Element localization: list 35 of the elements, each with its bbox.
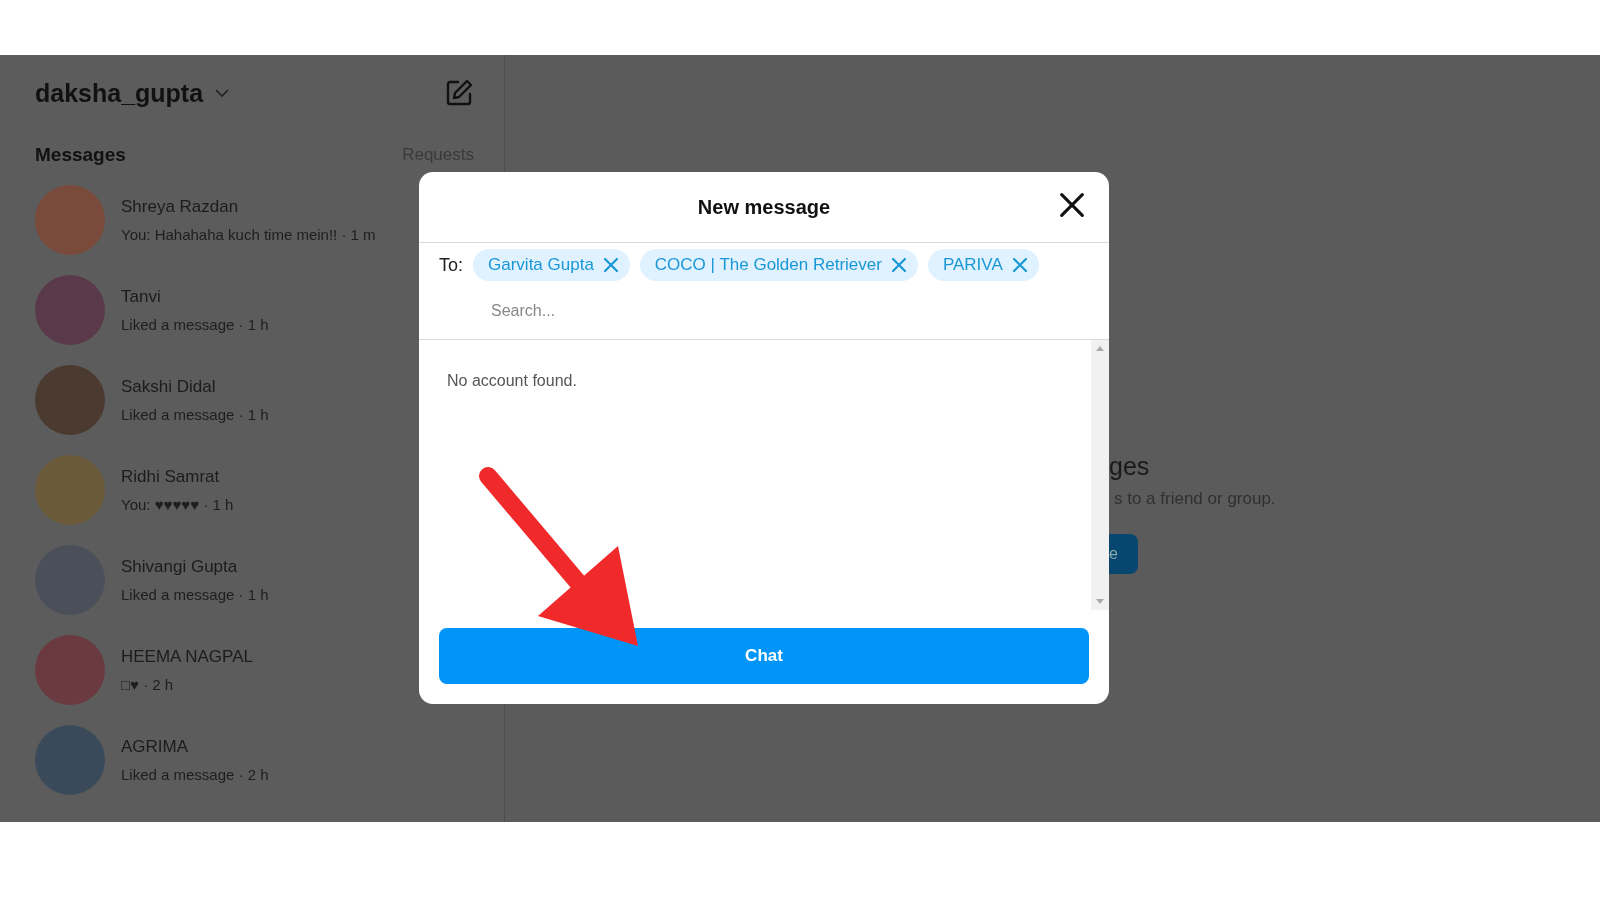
chevron-down-icon[interactable] (215, 88, 230, 98)
send-message-button[interactable]: e (1109, 534, 1138, 574)
message-preview: You: ♥♥♥♥♥ · 1 h (121, 496, 234, 513)
chat-button[interactable]: Chat (439, 628, 1089, 684)
close-icon (1060, 193, 1084, 217)
message-preview: You: Hahahaha kuch time mein!! · 1 m (121, 226, 376, 243)
remove-icon (603, 258, 618, 272)
recipient-chip[interactable]: Garvita Gupta (473, 249, 630, 281)
contact-name[interactable]: HEEMA NAGPAL (121, 647, 253, 667)
compose-icon[interactable] (444, 78, 474, 108)
close-button[interactable] (1057, 190, 1087, 220)
remove-icon (891, 258, 906, 272)
heading-text: ges (1109, 452, 1150, 480)
scroll-down-icon[interactable] (1096, 599, 1104, 604)
username[interactable]: daksha_gupta (35, 78, 204, 108)
dialog-title: New message (697, 195, 831, 219)
section-title: Messages (35, 144, 126, 166)
contact-name[interactable]: Shivangi Gupta (121, 557, 269, 577)
contact-name[interactable]: Sakshi Didal (121, 377, 269, 397)
message-preview: Liked a message · 1 h (121, 586, 269, 603)
message-preview: Liked a message · 2 h (121, 766, 269, 783)
scroll-up-icon[interactable] (1096, 346, 1104, 351)
recipient-chip[interactable]: PARIVA (927, 249, 1039, 281)
recipient-chip[interactable]: COCO | The Golden Retriever (639, 249, 918, 281)
message-preview: Liked a message · 1 h (121, 406, 269, 423)
to-label: To: (439, 254, 463, 276)
contact-name[interactable]: Ridhi Samrat (121, 467, 234, 487)
contact-name[interactable]: Tanvi (121, 287, 269, 307)
message-preview: □♥ · 2 h (121, 676, 175, 693)
message-preview: Liked a message · 1 h (121, 316, 269, 333)
remove-icon (1012, 258, 1027, 272)
contact-name[interactable]: AGRIMA (121, 737, 269, 757)
empty-message: No account found. (447, 372, 577, 389)
scrollbar[interactable] (1091, 340, 1109, 610)
contact-name[interactable]: Shreya Razdan (121, 197, 376, 217)
